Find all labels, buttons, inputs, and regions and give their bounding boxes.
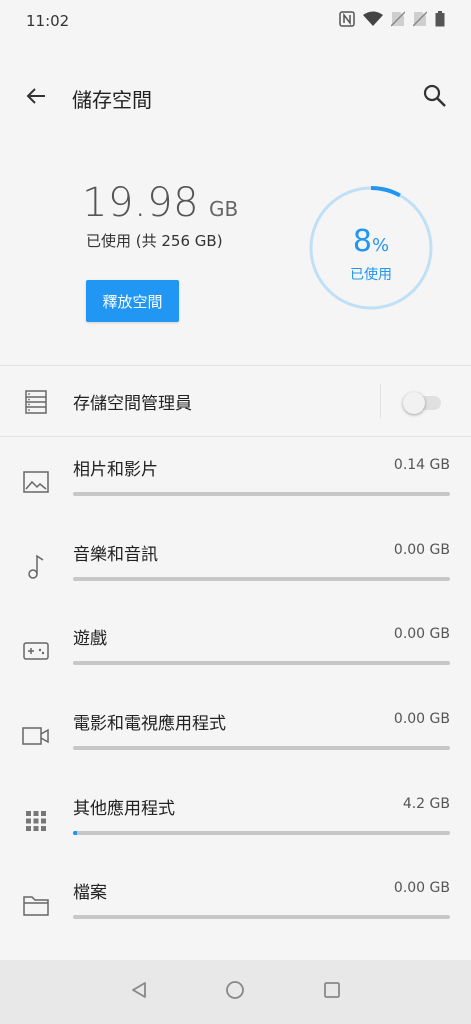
- page-title: 儲存空間: [72, 88, 152, 112]
- status-time: 11:02: [26, 12, 70, 30]
- usage-percent-symbol: %: [371, 235, 390, 256]
- category-row-movies-tv[interactable]: 電影和電視應用程式 0.00 GB: [0, 700, 471, 784]
- nfc-icon: [339, 11, 355, 27]
- system-nav-bar: [0, 960, 471, 1024]
- category-size: 0.00 GB: [393, 542, 450, 558]
- search-button[interactable]: [415, 78, 455, 118]
- storage-manager-toggle[interactable]: [403, 392, 443, 414]
- recents-square-icon: [323, 981, 341, 1003]
- category-label: 其他應用程式: [73, 799, 175, 819]
- category-usage-bar: [73, 492, 450, 496]
- back-triangle-icon: [130, 981, 148, 1003]
- used-caption: 已使用 (共 256 GB): [86, 232, 223, 250]
- category-usage-bar: [73, 915, 450, 919]
- category-row-other-apps[interactable]: 其他應用程式 4.2 GB: [0, 785, 471, 869]
- category-label: 相片和影片: [73, 460, 158, 480]
- category-row-photos[interactable]: 相片和影片 0.14 GB: [0, 446, 471, 530]
- category-row-music[interactable]: 音樂和音訊 0.00 GB: [0, 531, 471, 615]
- no-sim-icon: [391, 11, 405, 27]
- category-label: 遊戲: [73, 629, 107, 649]
- category-size: 4.2 GB: [402, 796, 450, 812]
- usage-percent-number: 8: [352, 224, 372, 259]
- category-row-games[interactable]: 遊戲 0.00 GB: [0, 615, 471, 699]
- status-icons: [339, 11, 445, 27]
- category-usage-fill: [73, 831, 77, 835]
- category-size: 0.00 GB: [393, 711, 450, 727]
- no-sim-icon: [413, 11, 427, 27]
- category-usage-bar: [73, 831, 450, 835]
- search-icon: [422, 83, 448, 113]
- back-button[interactable]: [16, 78, 56, 118]
- category-label: 電影和電視應用程式: [73, 714, 226, 734]
- storage-summary: 19.98 GB 已使用 (共 256 GB) 釋放空間 8% 已使用: [0, 160, 471, 365]
- category-usage-bar: [73, 661, 450, 665]
- nav-back-button[interactable]: [125, 978, 153, 1006]
- video-camera-icon: [22, 722, 50, 750]
- music-note-icon: [22, 553, 50, 581]
- wifi-icon: [363, 11, 383, 27]
- category-usage-bar: [73, 577, 450, 581]
- category-label: 音樂和音訊: [73, 545, 158, 565]
- home-circle-icon: [225, 980, 245, 1004]
- usage-percent-label: 已使用: [350, 267, 392, 283]
- category-usage-bar: [73, 746, 450, 750]
- battery-icon: [435, 11, 445, 27]
- vertical-divider: [380, 384, 381, 418]
- used-number: 19.98: [82, 180, 200, 226]
- category-size: 0.00 GB: [393, 880, 450, 896]
- category-size: 0.14 GB: [393, 457, 450, 473]
- category-label: 檔案: [73, 883, 107, 903]
- category-row-files[interactable]: 檔案 0.00 GB: [0, 869, 471, 953]
- toggle-thumb: [403, 392, 425, 414]
- nav-recents-button[interactable]: [318, 978, 346, 1006]
- arrow-left-icon: [24, 84, 48, 112]
- app-bar: 儲存空間: [0, 70, 471, 126]
- folder-icon: [22, 891, 50, 919]
- used-unit: GB: [209, 197, 239, 221]
- category-size: 0.00 GB: [393, 626, 450, 642]
- apps-grid-icon: [22, 807, 50, 835]
- usage-ring: 8% 已使用: [307, 184, 435, 312]
- image-icon: [22, 468, 50, 496]
- usage-percent: 8%: [307, 224, 435, 259]
- gamepad-icon: [22, 637, 50, 665]
- used-amount: 19.98 GB: [82, 180, 238, 226]
- storage-list-icon: [24, 390, 48, 418]
- status-bar: 11:02: [0, 0, 471, 44]
- free-up-space-button[interactable]: 釋放空間: [86, 280, 179, 322]
- storage-manager-row[interactable]: 存儲空間管理員: [0, 366, 471, 436]
- storage-manager-label: 存儲空間管理員: [73, 394, 192, 414]
- divider: [0, 436, 471, 437]
- nav-home-button[interactable]: [221, 978, 249, 1006]
